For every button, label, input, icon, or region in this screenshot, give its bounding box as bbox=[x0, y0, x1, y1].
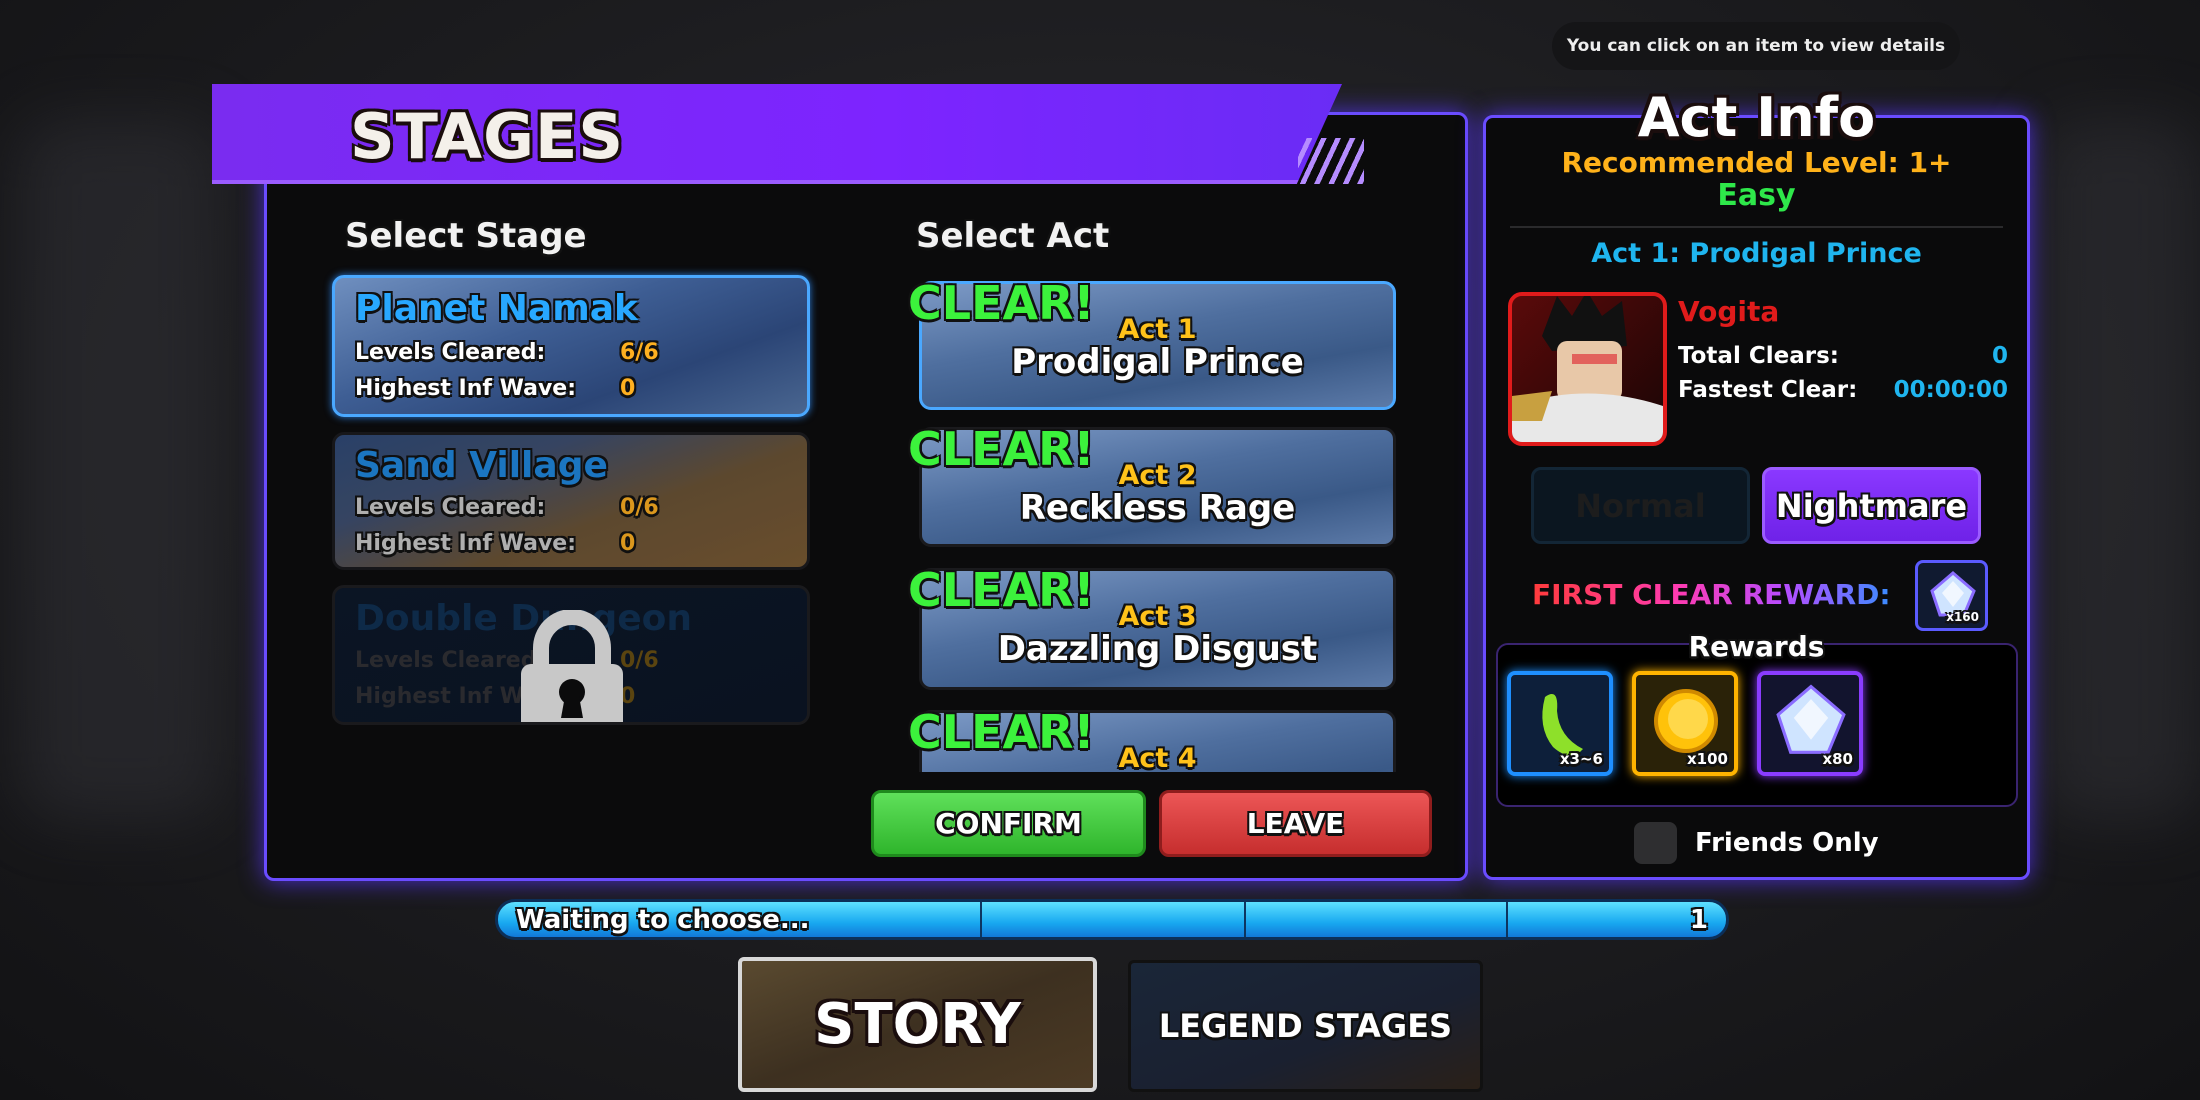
nightmare-label: Nightmare bbox=[1775, 486, 1968, 525]
reward-qty: x3~6 bbox=[1559, 750, 1603, 768]
highest-wave-label: Highest Inf Wave: bbox=[355, 376, 577, 401]
confirm-label: CONFIRM bbox=[935, 807, 1082, 840]
reward-item-bean[interactable]: x3~6 bbox=[1507, 671, 1613, 776]
highest-wave-value: 0 bbox=[620, 376, 636, 401]
boss-portrait[interactable] bbox=[1508, 292, 1667, 446]
act-number: Act 1 bbox=[1118, 314, 1197, 345]
levels-cleared-value: 0/6 bbox=[620, 495, 659, 520]
act-name: Reckless Rage bbox=[1019, 488, 1296, 528]
tooltip-text: You can click on an item to view details bbox=[1566, 36, 1946, 56]
boss-avatar-icon bbox=[1512, 296, 1663, 442]
act-card-3[interactable]: CLEAR! Act 3 Dazzling Disgust bbox=[908, 563, 1396, 690]
bar-divider bbox=[1506, 902, 1508, 937]
first-clear-reward-item[interactable]: x160 bbox=[1915, 560, 1988, 631]
first-clear-reward-label: FIRST CLEAR REWARD: bbox=[1532, 578, 1891, 611]
coin-icon bbox=[1654, 689, 1718, 753]
leave-button[interactable]: LEAVE bbox=[1159, 790, 1432, 857]
confirm-button[interactable]: CONFIRM bbox=[871, 790, 1146, 857]
banner-stripes bbox=[1298, 138, 1364, 184]
levels-cleared-label: Levels Cleared: bbox=[355, 495, 546, 520]
act-title: Act 1: Prodigal Prince bbox=[1591, 238, 1922, 269]
stage-name: Sand Village bbox=[355, 445, 608, 486]
friends-only-checkbox[interactable] bbox=[1634, 822, 1677, 864]
reward-qty: x160 bbox=[1946, 610, 1979, 624]
stage-card-planet-namak[interactable]: Planet Namak Levels Cleared: 6/6 Highest… bbox=[332, 275, 810, 417]
difficulty-label: Easy bbox=[1717, 178, 1796, 213]
total-clears-label: Total Clears: bbox=[1678, 343, 1839, 369]
act-info-title: Act Info bbox=[1637, 86, 1876, 149]
rewards-heading: Rewards bbox=[1688, 630, 1825, 663]
divider bbox=[1510, 226, 2003, 228]
select-stage-heading: Select Stage bbox=[345, 216, 587, 256]
status-text: Waiting to choose... bbox=[516, 905, 810, 935]
stage-card-sand-village[interactable]: Sand Village Levels Cleared: 0/6 Highest… bbox=[332, 432, 810, 570]
act-name: Prodigal Prince bbox=[1011, 342, 1304, 382]
act-card-2[interactable]: CLEAR! Act 2 Reckless Rage bbox=[908, 422, 1396, 547]
highest-wave-label: Highest Inf Wave: bbox=[355, 531, 577, 556]
tab-story-label: STORY bbox=[814, 992, 1021, 1057]
nightmare-mode-button[interactable]: Nightmare bbox=[1762, 467, 1981, 544]
act-card-1[interactable]: CLEAR! Act 1 Prodigal Prince bbox=[908, 276, 1396, 410]
levels-cleared-label: Levels Cleared: bbox=[355, 340, 546, 365]
act-number: Act 2 bbox=[1118, 460, 1197, 491]
levels-cleared-value: 0/6 bbox=[620, 648, 659, 673]
reward-item-gem[interactable]: x80 bbox=[1757, 671, 1863, 776]
recommended-level: Recommended Level: 1+ bbox=[1561, 146, 1952, 179]
levels-cleared-label: Levels Cleared: bbox=[355, 648, 546, 673]
levels-cleared-value: 6/6 bbox=[620, 340, 659, 365]
act-number: Act 3 bbox=[1118, 601, 1197, 632]
act-number: Act 4 bbox=[1118, 743, 1197, 772]
tooltip: You can click on an item to view details bbox=[1552, 22, 1960, 70]
stage-card-double-dungeon[interactable]: Double Dungeon Levels Cleared: 0/6 Highe… bbox=[332, 585, 810, 725]
act-list[interactable]: CLEAR! Act 1 Prodigal Prince CLEAR! Act … bbox=[880, 270, 1420, 772]
normal-mode-button[interactable]: Normal bbox=[1531, 467, 1750, 544]
page-title: STAGES bbox=[350, 100, 625, 173]
normal-label: Normal bbox=[1575, 486, 1706, 525]
total-clears-value: 0 bbox=[1991, 343, 2008, 369]
reward-qty: x100 bbox=[1687, 750, 1728, 768]
boss-name: Vogita bbox=[1678, 295, 1780, 328]
fastest-clear-value: 00:00:00 bbox=[1893, 377, 2008, 403]
fastest-clear-label: Fastest Clear: bbox=[1678, 377, 1858, 403]
status-count: 1 bbox=[1689, 905, 1708, 935]
leave-label: LEAVE bbox=[1246, 807, 1345, 840]
status-progress-bar: Waiting to choose... 1 bbox=[495, 899, 1729, 940]
select-act-heading: Select Act bbox=[916, 216, 1110, 256]
highest-wave-value: 0 bbox=[620, 531, 636, 556]
tab-story[interactable]: STORY bbox=[738, 957, 1097, 1092]
friends-only-label: Friends Only bbox=[1695, 828, 1879, 858]
reward-qty: x80 bbox=[1822, 750, 1853, 768]
tab-legend-stages[interactable]: LEGEND STAGES bbox=[1128, 960, 1483, 1092]
gem-icon bbox=[1776, 684, 1846, 754]
bar-divider bbox=[1244, 902, 1246, 937]
act-card-4[interactable]: CLEAR! Act 4 bbox=[908, 705, 1396, 772]
tab-legend-label: LEGEND STAGES bbox=[1158, 1007, 1453, 1045]
bar-divider bbox=[980, 902, 982, 937]
lock-icon bbox=[521, 610, 623, 722]
act-name: Dazzling Disgust bbox=[997, 629, 1318, 669]
stage-name: Planet Namak bbox=[355, 288, 638, 329]
reward-item-coin[interactable]: x100 bbox=[1632, 671, 1738, 776]
